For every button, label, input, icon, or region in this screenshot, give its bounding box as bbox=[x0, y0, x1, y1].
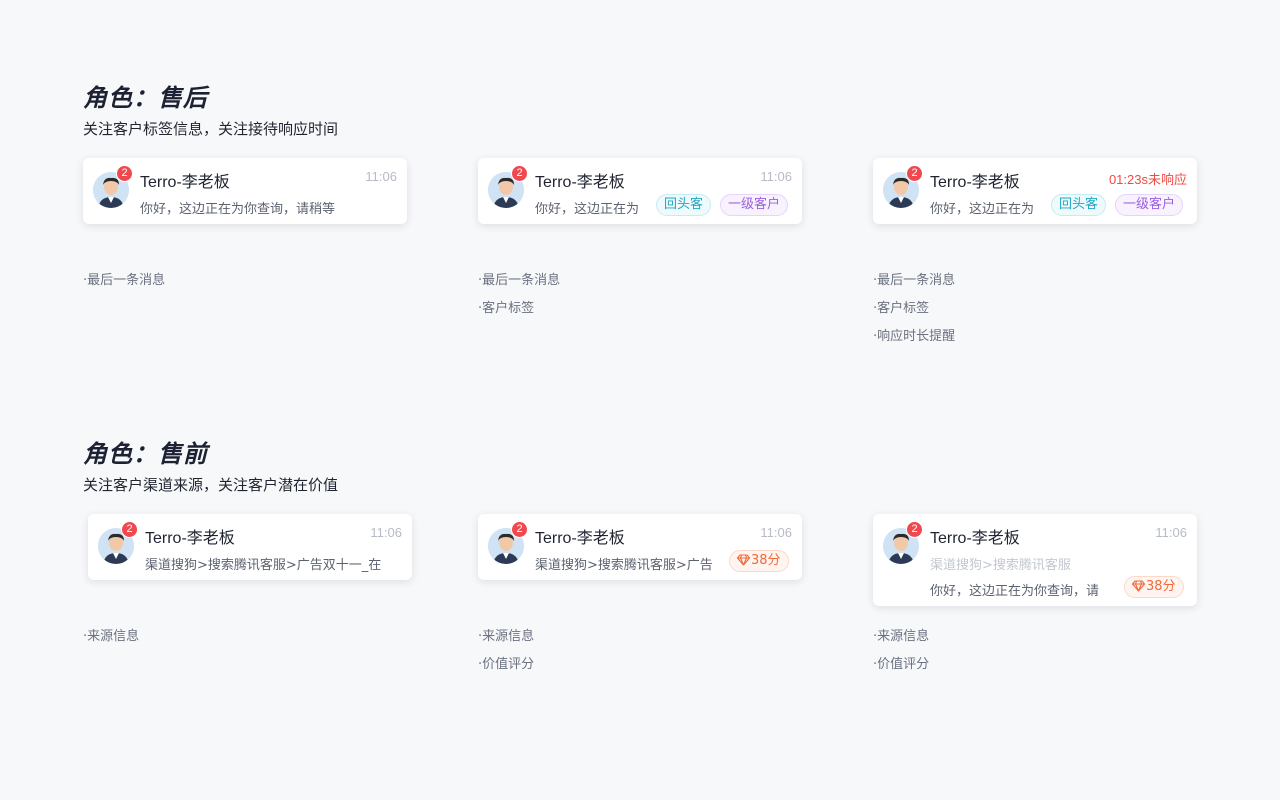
feature-note: ·客户标签 bbox=[873, 301, 930, 316]
contact-name: Terro-李老板 bbox=[535, 174, 625, 191]
unread-badge: 2 bbox=[906, 165, 923, 182]
contact-name: Terro-李老板 bbox=[930, 530, 1020, 547]
response-timeout-alert: 01:23s未响应 bbox=[1108, 172, 1187, 187]
section-title-after-sales: 角色：售后 bbox=[83, 84, 208, 112]
feature-note: ·最后一条消息 bbox=[873, 273, 956, 288]
feature-note: ·响应时长提醒 bbox=[873, 329, 956, 344]
contact-name: Terro-李老板 bbox=[140, 174, 230, 191]
customer-tag: 一级客户 bbox=[1115, 194, 1184, 216]
conversation-card[interactable]: 2 Terro-李老板 11:06 你好，这边正在为 回头客 一级客户 bbox=[478, 158, 802, 224]
diamond-icon bbox=[1132, 580, 1145, 592]
feature-note: ·价值评分 bbox=[873, 657, 930, 672]
last-message: 你好，这边正在为你查询，请 bbox=[930, 584, 1100, 599]
unread-badge: 2 bbox=[511, 165, 528, 182]
message-time: 11:06 bbox=[1155, 525, 1187, 540]
conversation-card[interactable]: 2 Terro-李老板 11:06 渠道搜狗>搜索腾讯客服>广告双十一_在 bbox=[88, 514, 412, 580]
unread-badge: 2 bbox=[906, 521, 923, 538]
section-title-pre-sales: 角色：售前 bbox=[83, 440, 208, 468]
contact-name: Terro-李老板 bbox=[930, 174, 1020, 191]
unread-badge: 2 bbox=[116, 165, 133, 182]
message-time: 11:06 bbox=[760, 525, 792, 540]
section-desc-after-sales: 关注客户标签信息，关注接待响应时间 bbox=[83, 120, 339, 138]
feature-note: ·客户标签 bbox=[478, 301, 535, 316]
feature-note: ·来源信息 bbox=[478, 629, 535, 644]
source-info: 渠道搜狗>搜索腾讯客服>广告 bbox=[535, 558, 713, 573]
contact-name: Terro-李老板 bbox=[145, 530, 235, 547]
feature-note: ·最后一条消息 bbox=[478, 273, 561, 288]
feature-note: ·来源信息 bbox=[873, 629, 930, 644]
message-time: 11:06 bbox=[370, 525, 402, 540]
conversation-card[interactable]: 2 Terro-李老板 11:06 你好，这边正在为你查询，请稍等 bbox=[83, 158, 407, 224]
conversation-card[interactable]: 2 Terro-李老板 11:06 渠道搜狗>搜索腾讯客服>广告 38分 bbox=[478, 514, 802, 580]
conversation-card[interactable]: 2 Terro-李老板 01:23s未响应 你好，这边正在为 回头客 一级客户 bbox=[873, 158, 1197, 224]
last-message: 你好，这边正在为 bbox=[930, 202, 1035, 217]
value-score-tag: 38分 bbox=[729, 550, 789, 572]
message-time: 11:06 bbox=[760, 169, 792, 184]
last-message: 你好，这边正在为你查询，请稍等 bbox=[140, 202, 336, 217]
feature-note: ·价值评分 bbox=[478, 657, 535, 672]
last-message: 你好，这边正在为 bbox=[535, 202, 640, 217]
value-score-tag: 38分 bbox=[1124, 576, 1184, 598]
unread-badge: 2 bbox=[511, 521, 528, 538]
customer-tag: 一级客户 bbox=[720, 194, 789, 216]
customer-tag: 回头客 bbox=[1051, 194, 1107, 216]
feature-note: ·来源信息 bbox=[83, 629, 140, 644]
value-score: 38分 bbox=[751, 553, 781, 568]
source-info: 渠道搜狗>搜索腾讯客服 bbox=[930, 558, 1071, 573]
customer-tag: 回头客 bbox=[656, 194, 712, 216]
source-info: 渠道搜狗>搜索腾讯客服>广告双十一_在 bbox=[145, 558, 382, 573]
conversation-card[interactable]: 2 Terro-李老板 11:06 渠道搜狗>搜索腾讯客服 你好，这边正在为你查… bbox=[873, 514, 1197, 606]
feature-note: ·最后一条消息 bbox=[83, 273, 166, 288]
contact-name: Terro-李老板 bbox=[535, 530, 625, 547]
unread-badge: 2 bbox=[121, 521, 138, 538]
value-score: 38分 bbox=[1146, 579, 1176, 594]
section-desc-pre-sales: 关注客户渠道来源，关注客户潜在价值 bbox=[83, 476, 339, 494]
message-time: 11:06 bbox=[365, 169, 397, 184]
diamond-icon bbox=[737, 554, 750, 566]
